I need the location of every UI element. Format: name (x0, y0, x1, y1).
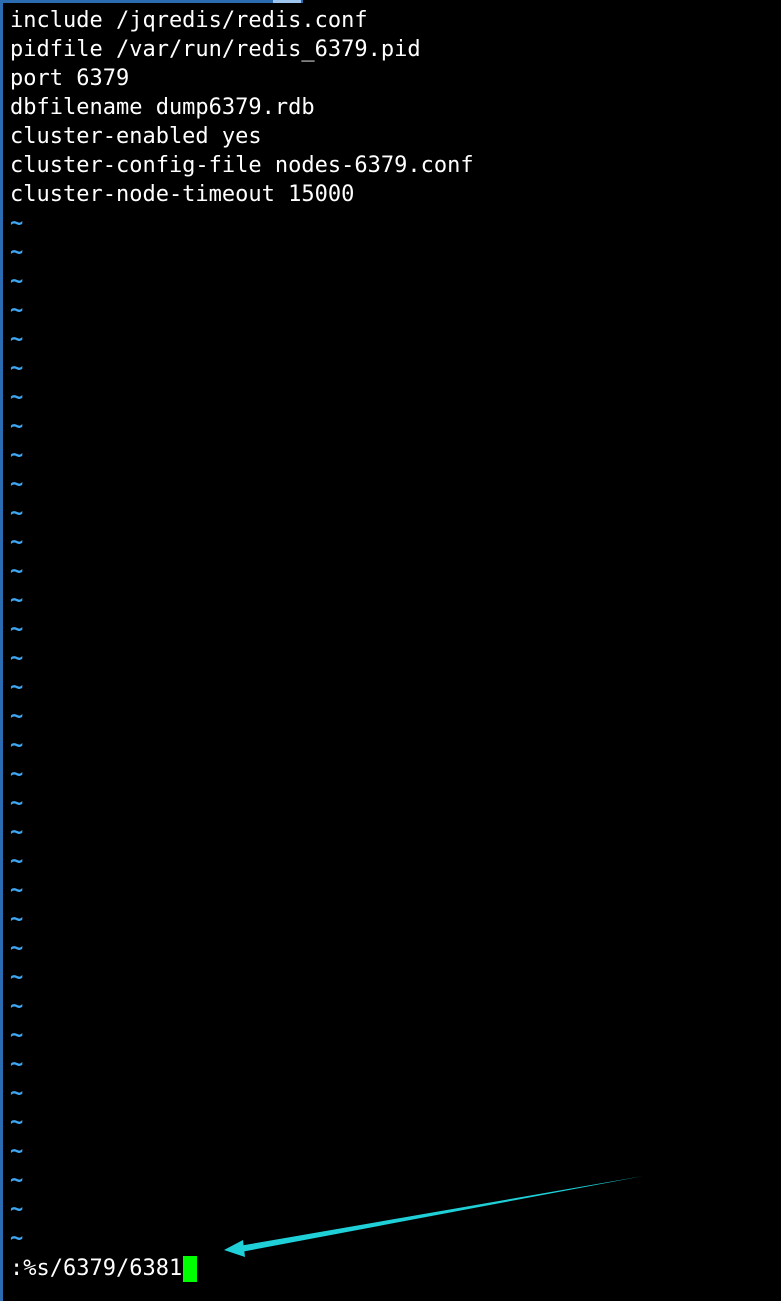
tilde-marker: ~ (10, 501, 24, 526)
window-top-border (3, 0, 303, 3)
buffer-line[interactable]: pidfile /var/run/redis_6379.pid (10, 35, 781, 64)
tilde-marker: ~ (10, 791, 24, 816)
buffer-line[interactable]: cluster-enabled yes (10, 122, 781, 151)
tilde-marker: ~ (10, 1197, 24, 1222)
terminal-window[interactable]: include /jqredis/redis.conf pidfile /var… (0, 0, 781, 1301)
tilde-marker: ~ (10, 443, 24, 468)
tilde-marker: ~ (10, 936, 24, 961)
tilde-marker: ~ (10, 617, 24, 642)
tilde-marker: ~ (10, 907, 24, 932)
tilde-marker: ~ (10, 1023, 24, 1048)
tilde-marker: ~ (10, 1110, 24, 1135)
empty-line-markers: ~ ~ ~ ~ ~ ~ ~ ~ ~ ~ ~ ~ ~ ~ ~ ~ ~ ~ ~ ~ ~ ~ ~ ~ ~ ~ ~ ~ ~ ~ ~ ~ ~ ~ ~ ~ (10, 209, 781, 1253)
tilde-marker: ~ (10, 588, 24, 613)
buffer-line[interactable]: include /jqredis/redis.conf (10, 6, 781, 35)
command-text[interactable]: :%s/6379/6381 (10, 1254, 182, 1283)
tilde-marker: ~ (10, 820, 24, 845)
tilde-marker: ~ (10, 1052, 24, 1077)
buffer-line[interactable]: cluster-config-file nodes-6379.conf (10, 151, 781, 180)
command-line[interactable]: :%s/6379/6381 (10, 1254, 198, 1283)
tilde-marker: ~ (10, 1226, 24, 1251)
tilde-marker: ~ (10, 762, 24, 787)
tilde-marker: ~ (10, 414, 24, 439)
tilde-marker: ~ (10, 994, 24, 1019)
tilde-marker: ~ (10, 704, 24, 729)
tilde-marker: ~ (10, 675, 24, 700)
buffer-line[interactable]: port 6379 (10, 64, 781, 93)
tilde-marker: ~ (10, 240, 24, 265)
buffer-line[interactable]: dbfilename dump6379.rdb (10, 93, 781, 122)
tilde-marker: ~ (10, 733, 24, 758)
window-tab-indicator (273, 0, 301, 3)
tilde-marker: ~ (10, 211, 24, 236)
tilde-marker: ~ (10, 1168, 24, 1193)
tilde-marker: ~ (10, 298, 24, 323)
vim-buffer[interactable]: include /jqredis/redis.conf pidfile /var… (10, 6, 781, 1253)
buffer-line[interactable]: cluster-node-timeout 15000 (10, 180, 781, 209)
tilde-marker: ~ (10, 472, 24, 497)
tilde-marker: ~ (10, 849, 24, 874)
tilde-marker: ~ (10, 356, 24, 381)
tilde-marker: ~ (10, 559, 24, 584)
tilde-marker: ~ (10, 530, 24, 555)
tilde-marker: ~ (10, 269, 24, 294)
tilde-marker: ~ (10, 1139, 24, 1164)
tilde-marker: ~ (10, 327, 24, 352)
tilde-marker: ~ (10, 878, 24, 903)
tilde-marker: ~ (10, 965, 24, 990)
tilde-marker: ~ (10, 1081, 24, 1106)
tilde-marker: ~ (10, 385, 24, 410)
tilde-marker: ~ (10, 646, 24, 671)
text-cursor (183, 1255, 198, 1282)
